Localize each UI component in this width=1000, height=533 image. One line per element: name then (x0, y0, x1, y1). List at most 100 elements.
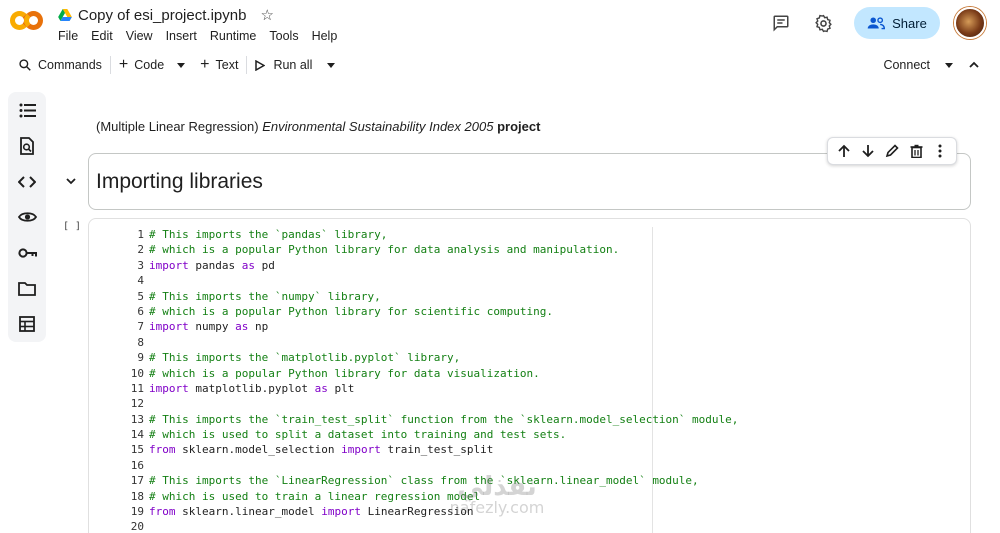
line-number: 20 (130, 520, 144, 533)
code-token: train_test_split (380, 443, 494, 457)
chevron-up-icon[interactable] (968, 59, 980, 71)
code-line: 4 (89, 273, 969, 288)
share-label: Share (892, 15, 927, 31)
google-drive-icon (58, 9, 72, 21)
code-text: # which is a popular Python library for … (149, 366, 540, 381)
connect-button[interactable]: Connect (883, 58, 930, 72)
code-line: 15 from sklearn.model_selection import tr… (89, 442, 969, 457)
code-text: import pandas as pd (149, 258, 275, 273)
code-snippets-icon[interactable] (17, 172, 37, 192)
code-line: 16 (89, 458, 969, 473)
line-number: 19 (130, 505, 144, 519)
line-number: 16 (130, 458, 144, 472)
app-header: Copy of esi_project.ipynb ☆ File Edit Vi… (0, 0, 1000, 48)
menu-tools[interactable]: Tools (269, 29, 298, 43)
code-keyword: as (235, 320, 249, 334)
code-token: pd (254, 258, 275, 272)
code-comment: # which is used to train a linear regres… (149, 489, 481, 503)
line-number: 8 (137, 335, 144, 349)
colab-logo[interactable] (10, 8, 46, 34)
code-keyword: import (149, 320, 189, 334)
add-text-button[interactable]: + Text (200, 56, 238, 74)
code-token: sklearn.linear_model (175, 505, 322, 519)
notebook-toolbar: Commands + Code + Text Run all Connect (0, 50, 1000, 80)
code-dropdown[interactable] (176, 60, 186, 70)
code-line: 3 import pandas as pd (89, 258, 969, 273)
code-line: 14 # which is used to split a dataset int… (89, 427, 969, 442)
data-table-icon[interactable] (17, 314, 37, 334)
code-text: # This imports the `numpy` library, (149, 289, 381, 304)
play-icon (255, 59, 266, 71)
connect-area: Connect (883, 50, 980, 80)
menu-help[interactable]: Help (312, 29, 338, 43)
variables-icon[interactable] (17, 207, 37, 227)
commands-label: Commands (38, 58, 102, 72)
code-comment: # This imports the `LinearRegression` cl… (149, 474, 699, 488)
code-line: 1 # This imports the `pandas` library, (89, 227, 969, 242)
find-replace-icon[interactable] (17, 136, 37, 156)
menu-view[interactable]: View (126, 29, 153, 43)
arrow-down-icon[interactable] (859, 142, 877, 160)
left-sidebar-rail (8, 92, 46, 342)
plus-icon: + (118, 56, 129, 73)
edit-pencil-icon[interactable] (883, 142, 901, 160)
code-token: plt (327, 381, 355, 395)
arrow-up-icon[interactable] (835, 142, 853, 160)
execution-count[interactable]: [ ] (63, 221, 81, 232)
run-all-label: Run all (273, 58, 313, 72)
code-text: # which is a popular Python library for … (149, 242, 619, 257)
comments-icon[interactable] (770, 12, 792, 34)
markdown-cell-text[interactable]: (Multiple Linear Regression) Environment… (96, 119, 540, 134)
notebook-title[interactable]: Copy of esi_project.ipynb (78, 7, 246, 24)
title-row: Copy of esi_project.ipynb ☆ (58, 5, 274, 25)
nafezly-watermark: نفذلي nafezly.com (432, 472, 562, 517)
code-keyword: import (321, 505, 361, 519)
code-comment: # This imports the `pandas` library, (149, 228, 388, 241)
code-comment: # which is used to split a dataset into … (149, 428, 567, 442)
more-vert-icon[interactable] (931, 142, 949, 160)
secrets-key-icon[interactable] (17, 243, 37, 263)
code-keyword: import (341, 443, 381, 457)
search-icon (19, 59, 31, 71)
line-number: 9 (137, 351, 144, 365)
line-number: 1 (137, 228, 144, 241)
code-comment: # This imports the `numpy` library, (149, 289, 381, 303)
code-keyword: import (149, 258, 189, 272)
code-token: numpy (188, 320, 236, 334)
code-token: np (248, 320, 269, 334)
caret-down-icon[interactable] (944, 60, 954, 70)
toc-icon[interactable] (17, 100, 37, 120)
star-icon[interactable]: ☆ (260, 6, 273, 24)
code-line: 7 import numpy as np (89, 319, 969, 334)
code-keyword: as (314, 381, 328, 395)
section-heading: Importing libraries (96, 170, 263, 193)
code-text: # This imports the `pandas` library, (149, 227, 387, 242)
files-folder-icon[interactable] (17, 278, 37, 298)
code-text: from sklearn.linear_model import LinearR… (149, 504, 474, 519)
line-number: 4 (137, 274, 144, 288)
code-keyword: import (149, 381, 189, 395)
line-number: 3 (137, 258, 144, 272)
chevron-down-icon[interactable] (64, 174, 78, 188)
menu-insert[interactable]: Insert (166, 29, 197, 43)
menu-runtime[interactable]: Runtime (210, 29, 257, 43)
add-code-button[interactable]: + Code (119, 56, 164, 74)
code-text: import matplotlib.pyplot as plt (149, 381, 354, 396)
line-number: 14 (130, 428, 144, 442)
watermark-latin: nafezly.com (449, 498, 545, 517)
code-comment: # This imports the `train_test_split` fu… (149, 412, 739, 426)
menu-edit[interactable]: Edit (91, 29, 113, 43)
run-all-button[interactable]: Run all (255, 58, 312, 72)
line-number: 6 (137, 304, 144, 318)
menu-file[interactable]: File (58, 29, 78, 43)
code-text: # This imports the `matplotlib.pyplot` l… (149, 350, 460, 365)
run-all-dropdown[interactable] (326, 60, 336, 70)
delete-trash-icon[interactable] (907, 142, 925, 160)
commands-button[interactable]: Commands (18, 58, 102, 72)
user-avatar[interactable] (954, 7, 986, 39)
code-line: 2 # which is a popular Python library for… (89, 242, 969, 257)
share-button[interactable]: Share (854, 7, 940, 39)
settings-gear-icon[interactable] (812, 12, 834, 34)
code-token: sklearn.model_selection (175, 443, 342, 457)
menu-bar: File Edit View Insert Runtime Tools Help (58, 29, 350, 43)
